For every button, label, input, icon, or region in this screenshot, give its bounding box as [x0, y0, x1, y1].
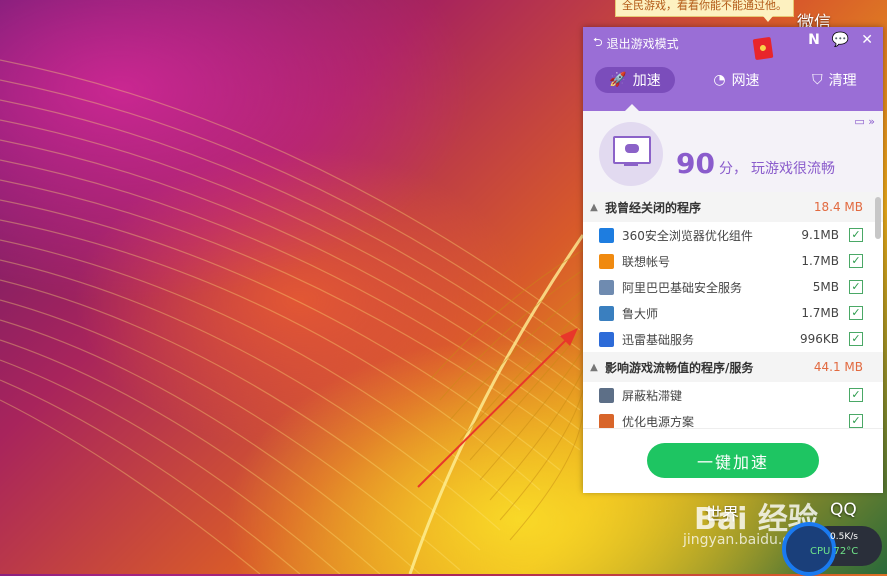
group-title: 影响游戏流畅值的程序/服务: [605, 360, 754, 375]
list-item: 迅雷基础服务 996KB ✓: [583, 326, 883, 352]
speed-widget[interactable]: 0.5K/s CPU 72°C: [782, 522, 882, 576]
panel-header: ⮌ 退出游戏模式 N 💬 ✕ 🚀 加速 ◔ 网速 ⛉ 清理: [583, 27, 883, 111]
list-item: 优化电源方案 ✓: [583, 408, 883, 428]
ludashi-icon: [599, 305, 614, 321]
scrollbar[interactable]: [875, 197, 881, 239]
lenovo-icon: [599, 253, 614, 269]
n-icon[interactable]: N: [808, 32, 820, 48]
tab-clean-label: 清理: [828, 73, 857, 89]
alibaba-icon: [599, 279, 614, 295]
red-packet-icon[interactable]: [752, 36, 774, 61]
item-checkbox[interactable]: ✓: [849, 332, 863, 346]
item-name: 联想帐号: [622, 254, 671, 269]
monitor-icon: [599, 387, 614, 403]
game-mode-panel: ⮌ 退出游戏模式 N 💬 ✕ 🚀 加速 ◔ 网速 ⛉ 清理 90 分， 玩游戏很…: [583, 27, 883, 493]
list-item: 360安全浏览器优化组件 9.1MB ✓: [583, 222, 883, 248]
item-name: 360安全浏览器优化组件: [622, 228, 753, 243]
item-name: 优化电源方案: [622, 414, 695, 429]
tab-network-speed-label: 网速: [731, 73, 760, 89]
back-arrow-icon: ⮌: [593, 35, 603, 49]
cpu-temp: CPU 72°C: [810, 546, 859, 557]
program-list: ▲ 我曾经关闭的程序 18.4 MB 360安全浏览器优化组件 9.1MB ✓ …: [583, 192, 883, 428]
xunlei-icon: [599, 331, 614, 347]
tab-accelerate[interactable]: 🚀 加速: [595, 67, 675, 93]
list-item: 鲁大师 1.7MB ✓: [583, 300, 883, 326]
item-checkbox[interactable]: ✓: [849, 254, 863, 268]
browser-icon: [599, 227, 614, 243]
score-value: 90: [676, 147, 715, 180]
list-item: 屏蔽粘滞键 ✓: [583, 382, 883, 408]
game-monitor-icon: [599, 122, 663, 186]
tab-clean[interactable]: ⛉ 清理: [798, 67, 871, 93]
item-checkbox[interactable]: ✓: [849, 388, 863, 402]
item-size: 1.7MB: [801, 254, 839, 268]
score-comment: 玩游戏很流畅: [750, 161, 835, 177]
expand-icon[interactable]: ▭ »: [854, 115, 875, 128]
gamepad-icon: [625, 144, 639, 153]
net-speed: 0.5K/s: [830, 532, 858, 542]
exit-game-mode-label: 退出游戏模式: [606, 37, 679, 51]
fluency-score: 90 分， 玩游戏很流畅: [676, 147, 835, 180]
item-size: 9.1MB: [801, 228, 839, 242]
score-unit: 分，: [718, 161, 747, 177]
group-size: 44.1 MB: [813, 360, 863, 374]
chevron-up-icon: ▲: [590, 361, 598, 373]
panel-footer: 一键加速: [583, 428, 883, 493]
item-name: 迅雷基础服务: [622, 332, 695, 347]
windows-icon: [599, 413, 614, 428]
item-name: 屏蔽粘滞键: [622, 388, 683, 403]
group-header[interactable]: ▲ 影响游戏流畅值的程序/服务 44.1 MB: [583, 352, 883, 382]
exit-game-mode-button[interactable]: ⮌ 退出游戏模式: [593, 33, 679, 54]
close-icon[interactable]: ✕: [861, 32, 873, 48]
tab-accelerate-label: 加速: [632, 73, 661, 89]
item-checkbox[interactable]: ✓: [849, 228, 863, 242]
item-checkbox[interactable]: ✓: [849, 414, 863, 428]
one-click-accelerate-button[interactable]: 一键加速: [647, 443, 819, 478]
group-header[interactable]: ▲ 我曾经关闭的程序 18.4 MB: [583, 192, 883, 222]
group-size: 18.4 MB: [813, 200, 863, 214]
item-name: 阿里巴巴基础安全服务: [622, 280, 743, 295]
monitor-stand: [624, 164, 638, 166]
chevron-up-icon: ▲: [590, 201, 598, 213]
item-checkbox[interactable]: ✓: [849, 306, 863, 320]
item-size: 996KB: [799, 332, 839, 346]
chat-icon[interactable]: 💬: [832, 32, 849, 48]
item-size: 1.7MB: [801, 306, 839, 320]
item-name: 鲁大师: [622, 306, 659, 321]
score-area: 90 分， 玩游戏很流畅 ▭ »: [583, 111, 883, 192]
tab-caret: [625, 104, 639, 111]
gauge-icon: ◔: [713, 72, 726, 88]
item-size: 5MB: [812, 280, 839, 294]
tab-network-speed[interactable]: ◔ 网速: [699, 67, 773, 93]
list-item: 联想帐号 1.7MB ✓: [583, 248, 883, 274]
rocket-icon: 🚀: [609, 72, 627, 88]
header-icons: N 💬 ✕: [808, 32, 873, 48]
group-title: 我曾经关闭的程序: [605, 200, 702, 215]
item-checkbox[interactable]: ✓: [849, 280, 863, 294]
list-item: 阿里巴巴基础安全服务 5MB ✓: [583, 274, 883, 300]
monitor-screen: [613, 136, 651, 164]
broom-icon: ⛉: [812, 72, 823, 88]
tab-bar: 🚀 加速 ◔ 网速 ⛉ 清理: [583, 67, 883, 93]
